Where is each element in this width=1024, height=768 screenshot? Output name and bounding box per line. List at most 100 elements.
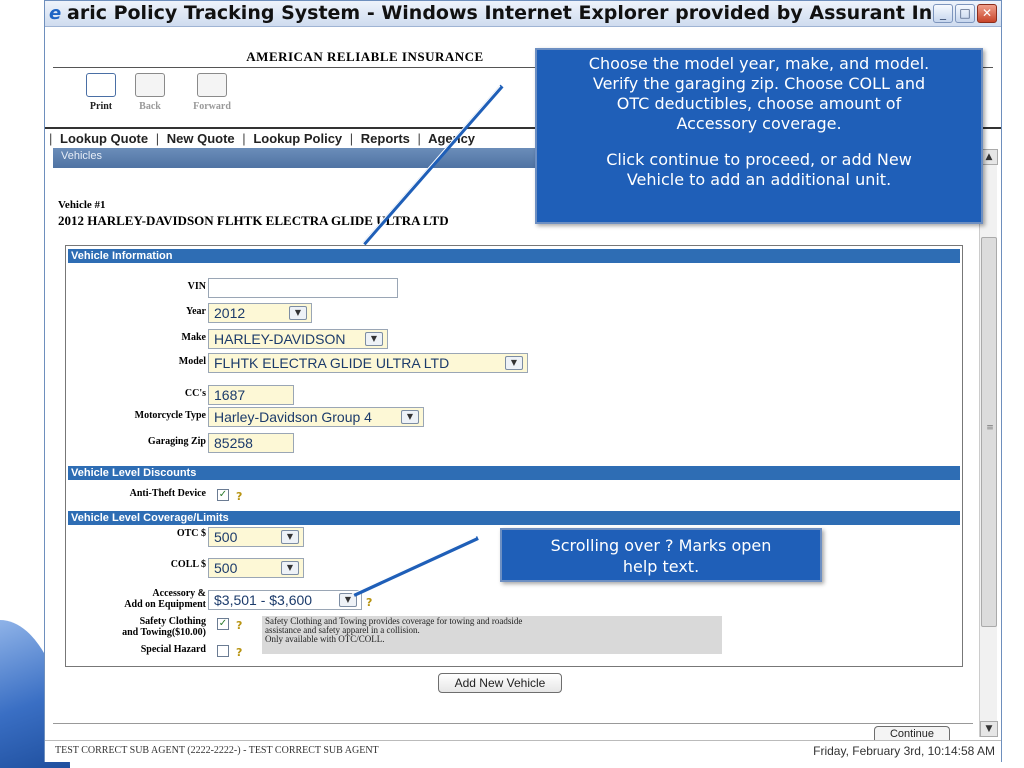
back-button[interactable]: Back [127, 73, 173, 112]
help-tooltip: Safety Clothing and Towing provides cove… [262, 616, 722, 654]
vin-input[interactable] [208, 278, 398, 298]
nav-separator: | [155, 131, 160, 146]
year-value: 2012 [214, 305, 246, 321]
back-label: Back [139, 101, 161, 112]
model-value: FLHTK ELECTRA GLIDE ULTRA LTD [214, 355, 450, 371]
nav-lookup-quote[interactable]: Lookup Quote [60, 131, 148, 146]
window-title: aric Policy Tracking System - Windows In… [67, 2, 944, 24]
grip-icon: ≡ [986, 423, 994, 433]
status-bar: TEST CORRECT SUB AGENT (2222-2222-) - TE… [45, 740, 1001, 762]
main-nav: | Lookup Quote | New Quote | Lookup Poli… [49, 131, 479, 146]
vertical-scrollbar[interactable]: ▲ ≡ ▼ [979, 149, 998, 737]
nav-separator: | [417, 131, 421, 146]
help-callout-line-2: help text. [622, 557, 700, 576]
vin-label: VIN [187, 281, 206, 292]
help-bulb-icon[interactable]: ? [366, 596, 372, 609]
vehicle-form-panel: Vehicle Information VIN Year 2012 ▼ Make… [65, 245, 963, 667]
nav-separator: | [49, 131, 53, 146]
nav-separator: | [242, 131, 246, 146]
accessory-value: $3,501 - $3,600 [214, 592, 313, 608]
coverage-header: Vehicle Level Coverage/Limits [68, 511, 960, 525]
callout-line-1: Choose the model year, make, and model. [588, 54, 930, 73]
cc-input[interactable]: 1687 [208, 385, 294, 405]
scroll-thumb[interactable]: ≡ [981, 237, 997, 627]
vehicle-number: Vehicle #1 [58, 199, 106, 211]
accessory-select[interactable]: $3,501 - $3,600 ▼ [208, 590, 362, 610]
special-hazard-label: Special Hazard [140, 644, 206, 655]
instruction-callout: Choose the model year, make, and model. … [535, 48, 983, 224]
forward-label: Forward [193, 101, 231, 112]
nav-separator: | [349, 131, 354, 146]
garaging-zip-label: Garaging Zip [147, 436, 206, 447]
print-button[interactable]: Print [78, 73, 124, 112]
maximize-button[interactable]: □ [955, 4, 975, 23]
help-bulb-icon[interactable]: ? [236, 619, 242, 632]
help-callout: Scrolling over ? Marks open help text. [500, 528, 822, 582]
nav-lookup-policy[interactable]: Lookup Policy [253, 131, 342, 146]
otc-select[interactable]: 500 ▼ [208, 527, 304, 547]
forward-icon [197, 73, 227, 97]
help-bulb-icon[interactable]: ? [236, 646, 242, 659]
anti-theft-label: Anti-Theft Device [129, 488, 206, 499]
callout-line-4: Accessory coverage. [676, 114, 842, 133]
nav-new-quote[interactable]: New Quote [167, 131, 235, 146]
accessory-label-line-1: Accessory & [152, 588, 206, 599]
safety-label-line-2: and Towing($10.00) [122, 627, 206, 638]
help-callout-line-1: Scrolling over ? Marks open [550, 536, 772, 555]
callout-spacer [545, 134, 973, 150]
add-new-vehicle-button[interactable]: Add New Vehicle [438, 673, 562, 693]
safety-clothing-label: Safety Clothing and Towing($10.00) [76, 616, 206, 638]
forward-button[interactable]: Forward [184, 73, 240, 112]
close-button[interactable]: ✕ [977, 4, 997, 23]
nav-reports[interactable]: Reports [361, 131, 410, 146]
year-label: Year [186, 306, 206, 317]
scroll-down-icon[interactable]: ▼ [980, 721, 998, 737]
model-select[interactable]: FLHTK ELECTRA GLIDE ULTRA LTD ▼ [208, 353, 528, 373]
dropdown-icon[interactable]: ▼ [289, 306, 307, 320]
motorcycle-type-value: Harley-Davidson Group 4 [214, 409, 372, 425]
coll-label: COLL $ [170, 559, 206, 570]
anti-theft-checkbox[interactable]: ✓ [217, 489, 229, 501]
callout-line-2: Verify the garaging zip. Choose COLL and [592, 74, 926, 93]
print-icon [86, 73, 116, 97]
accessory-label-line-2: Add on Equipment [124, 599, 206, 610]
nav-agency[interactable]: Agency [428, 131, 475, 146]
callout-line-6: Vehicle to add an additional unit. [626, 170, 892, 189]
callout-line-5: Click continue to proceed, or add New [606, 150, 912, 169]
help-bulb-icon[interactable]: ? [236, 490, 242, 503]
make-value: HARLEY-DAVIDSON [214, 331, 346, 347]
vehicle-name: 2012 HARLEY-DAVIDSON FLHTK ELECTRA GLIDE… [58, 213, 449, 228]
garaging-zip-input[interactable]: 85258 [208, 433, 294, 453]
model-label: Model [178, 356, 206, 367]
vehicle-info-header: Vehicle Information [68, 249, 960, 263]
help-text-line-3: Only available with OTC/COLL. [265, 634, 385, 644]
discounts-header: Vehicle Level Discounts [68, 466, 960, 480]
title-bar: e aric Policy Tracking System - Windows … [45, 1, 1001, 27]
dropdown-icon[interactable]: ▼ [339, 593, 357, 607]
callout-line-3: OTC deductibles, choose amount of [616, 94, 902, 113]
footer-divider [53, 723, 973, 724]
year-select[interactable]: 2012 ▼ [208, 303, 312, 323]
dropdown-icon[interactable]: ▼ [281, 561, 299, 575]
special-hazard-checkbox[interactable] [217, 645, 229, 657]
safety-label-line-1: Safety Clothing [139, 616, 206, 627]
dropdown-icon[interactable]: ▼ [281, 530, 299, 544]
agent-status: TEST CORRECT SUB AGENT (2222-2222-) - TE… [55, 745, 379, 756]
dropdown-icon[interactable]: ▼ [401, 410, 419, 424]
motorcycle-type-label: Motorcycle Type [134, 410, 206, 421]
motorcycle-type-select[interactable]: Harley-Davidson Group 4 ▼ [208, 407, 424, 427]
dropdown-icon[interactable]: ▼ [505, 356, 523, 370]
otc-label: OTC $ [176, 528, 206, 539]
ie-logo-icon: e [49, 3, 62, 24]
datetime-status: Friday, February 3rd, 10:14:58 AM [813, 744, 995, 758]
minimize-button[interactable]: _ [933, 4, 953, 23]
make-select[interactable]: HARLEY-DAVIDSON ▼ [208, 329, 388, 349]
coll-select[interactable]: 500 ▼ [208, 558, 304, 578]
back-icon [135, 73, 165, 97]
section-title: Vehicles [61, 150, 102, 162]
safety-clothing-checkbox[interactable]: ✓ [217, 618, 229, 630]
accessory-label: Accessory & Add on Equipment [76, 588, 206, 610]
continue-button[interactable]: Continue [874, 726, 950, 740]
coll-value: 500 [214, 560, 238, 576]
dropdown-icon[interactable]: ▼ [365, 332, 383, 346]
